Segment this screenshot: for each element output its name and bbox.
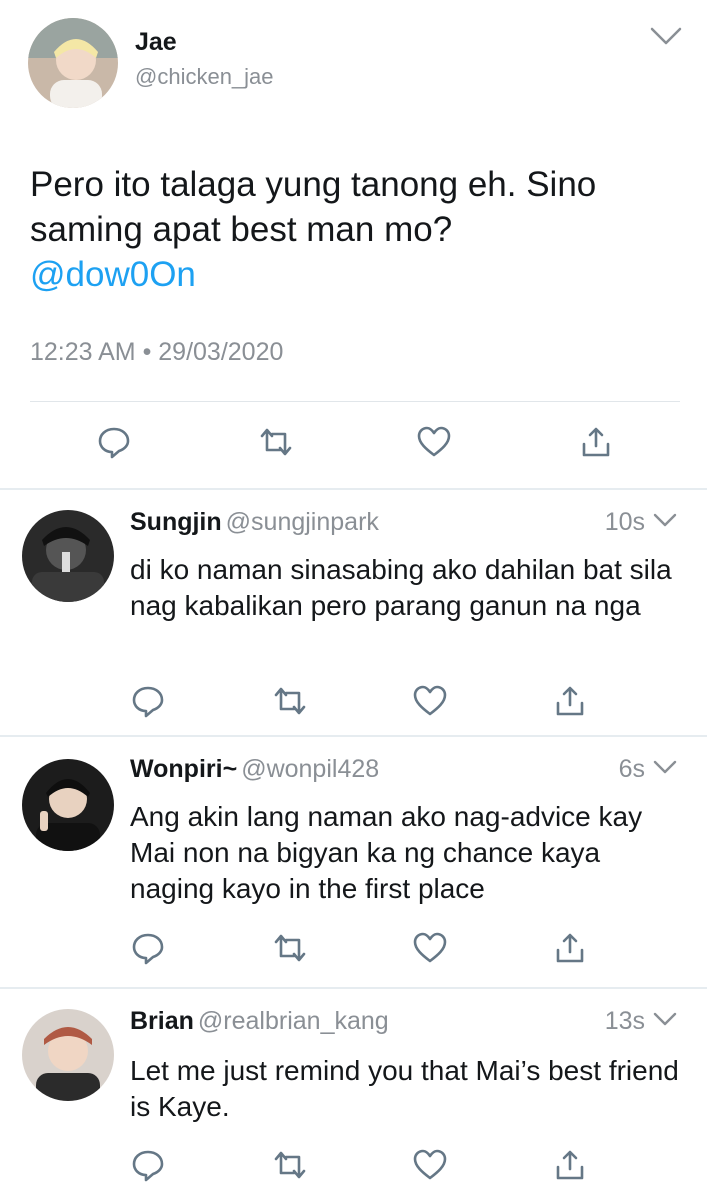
retweet-icon[interactable] [272, 1147, 308, 1183]
share-icon[interactable] [578, 424, 614, 460]
tweet-text: Pero ito talaga yung tanong eh. Sino sam… [30, 162, 680, 297]
author-handle[interactable]: @sungjinpark [226, 508, 379, 536]
action-bar [0, 930, 707, 970]
reply-time: 10s [604, 508, 645, 536]
reply-tweet: Wonpiri~ @wonpil428 6s Ang akin lang nama… [0, 737, 707, 987]
chevron-down-icon[interactable] [651, 1009, 679, 1029]
reply-tweet: Sungjin @sungjinpark 10s di ko naman sina… [0, 490, 707, 735]
retweet-icon[interactable] [272, 930, 308, 966]
author-name[interactable]: Brian [130, 1007, 194, 1035]
author-handle[interactable]: @wonpil428 [241, 755, 379, 783]
like-icon[interactable] [412, 1147, 448, 1183]
tweet-timestamp: 12:23 AM • 29/03/2020 [30, 338, 284, 366]
action-bar [0, 683, 707, 723]
reply-time: 6s [618, 755, 645, 783]
author-handle[interactable]: @realbrian_kang [198, 1007, 389, 1035]
divider [30, 401, 680, 402]
chevron-down-icon[interactable] [651, 757, 679, 777]
avatar[interactable] [22, 510, 114, 602]
reply-header: Brian @realbrian_kang [130, 1007, 389, 1036]
mention-link[interactable]: @dow0On [30, 252, 680, 297]
chevron-down-icon[interactable] [651, 510, 679, 530]
action-bar [0, 1147, 707, 1187]
reply-text: Ang akin lang naman ako nag-advice kay M… [130, 801, 643, 904]
author-name[interactable]: Wonpiri~ [130, 755, 237, 783]
avatar[interactable] [28, 18, 118, 108]
reply-tweet: Brian @realbrian_kang 13s Let me just rem… [0, 989, 707, 1200]
reply-text: Let me just remind you that Mai’s best f… [130, 1055, 679, 1122]
share-icon[interactable] [552, 930, 588, 966]
chevron-down-icon[interactable] [648, 24, 684, 48]
reply-time: 13s [604, 1007, 645, 1035]
reply-header: Wonpiri~ @wonpil428 [130, 755, 379, 784]
reply-text: di ko naman sinasabing ako dahilan bat s… [130, 554, 672, 621]
avatar[interactable] [22, 1009, 114, 1101]
tweet-body: Pero ito talaga yung tanong eh. Sino sam… [30, 165, 597, 249]
reply-header: Sungjin @sungjinpark [130, 508, 379, 537]
author-name[interactable]: Sungjin [130, 508, 222, 536]
main-tweet: Jae @chicken_jae Pero ito talaga yung ta… [0, 0, 707, 488]
like-icon[interactable] [412, 683, 448, 719]
reply-icon[interactable] [130, 683, 166, 719]
reply-icon[interactable] [130, 930, 166, 966]
avatar[interactable] [22, 759, 114, 851]
reply-icon[interactable] [130, 1147, 166, 1183]
share-icon[interactable] [552, 683, 588, 719]
retweet-icon[interactable] [272, 683, 308, 719]
like-icon[interactable] [416, 424, 452, 460]
reply-icon[interactable] [96, 424, 132, 460]
action-bar [0, 424, 707, 464]
author-handle[interactable]: @chicken_jae [135, 64, 274, 90]
like-icon[interactable] [412, 930, 448, 966]
retweet-icon[interactable] [258, 424, 294, 460]
author-name[interactable]: Jae [135, 28, 177, 57]
share-icon[interactable] [552, 1147, 588, 1183]
